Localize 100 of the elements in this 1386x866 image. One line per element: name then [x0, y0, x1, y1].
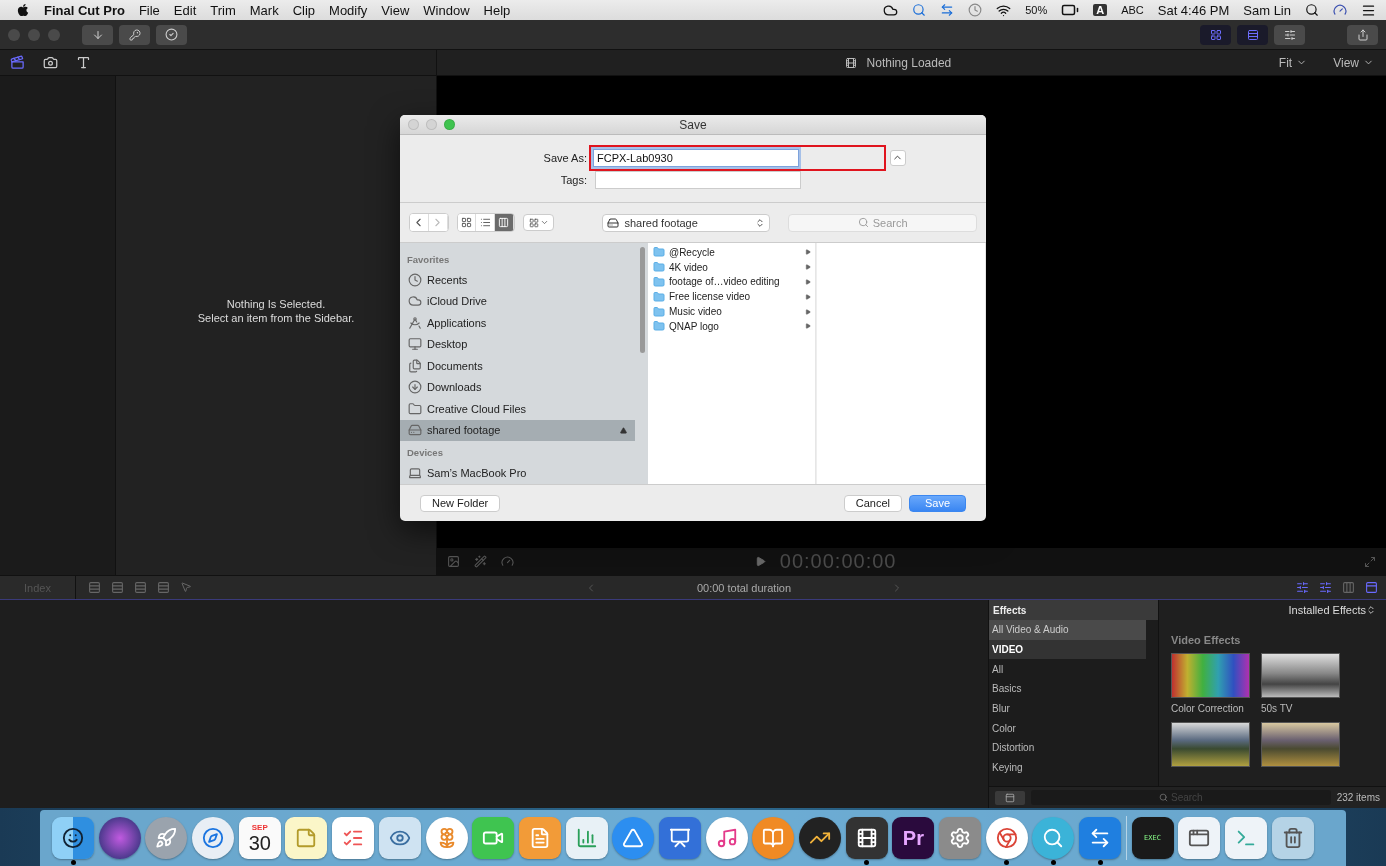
- trash-icon[interactable]: [1271, 817, 1314, 859]
- preview-icon[interactable]: [378, 817, 421, 859]
- photo-placeholder[interactable]: [1171, 722, 1250, 767]
- magnifier-icon[interactable]: [912, 3, 927, 17]
- category-item[interactable]: Keying: [989, 757, 1146, 778]
- scrollbar-thumb[interactable]: [640, 247, 645, 353]
- clock[interactable]: Sat 4:46 PM: [1157, 2, 1230, 18]
- search-icon[interactable]: [1305, 3, 1319, 17]
- analyze-button[interactable]: [156, 24, 187, 45]
- icon-view-button[interactable]: [457, 214, 477, 231]
- effects-source-menu[interactable]: Installed Effects: [1288, 604, 1366, 616]
- menu-item[interactable]: Clip: [292, 2, 316, 18]
- sliders-button[interactable]: [1274, 24, 1305, 45]
- music-note-icon[interactable]: [705, 817, 748, 859]
- wifi-icon[interactable]: [996, 2, 1012, 18]
- layout-button[interactable]: [995, 790, 1025, 805]
- menu-item[interactable]: Help: [483, 2, 511, 18]
- clapperboard-icon[interactable]: [845, 817, 888, 859]
- column-view-button[interactable]: [495, 214, 514, 231]
- menu-item[interactable]: Modify: [329, 2, 368, 18]
- user-name[interactable]: Sam Lin: [1243, 2, 1291, 18]
- gear-icon[interactable]: [939, 817, 982, 859]
- folder-row[interactable]: Free license video: [648, 289, 815, 305]
- window-thumbnail-icon[interactable]: [1224, 817, 1267, 859]
- folder-row[interactable]: QNAP logo: [648, 319, 815, 334]
- wand-icon[interactable]: [474, 555, 487, 568]
- eject-icon[interactable]: [620, 426, 627, 434]
- menu-item[interactable]: Edit: [173, 2, 197, 18]
- browser-toggle-icon[interactable]: [1365, 581, 1378, 594]
- overwrite-clip-icon[interactable]: [157, 581, 170, 594]
- zoom-menu[interactable]: Fit: [1278, 55, 1293, 70]
- premiere-icon[interactable]: Pr: [892, 817, 935, 859]
- new-folder-button[interactable]: New Folder: [420, 494, 501, 512]
- photo-placeholder[interactable]: [1261, 653, 1340, 698]
- title-icon[interactable]: [76, 55, 91, 70]
- skimming-icon[interactable]: [1319, 581, 1332, 594]
- import-button[interactable]: [82, 24, 113, 45]
- input-source-badge[interactable]: A: [1093, 4, 1108, 16]
- chrome-icon[interactable]: [985, 817, 1028, 859]
- share-button[interactable]: [1347, 24, 1378, 45]
- folder-row[interactable]: @Recycle: [648, 245, 815, 260]
- connect-clip-icon[interactable]: [88, 581, 101, 594]
- category-item[interactable]: Basics: [989, 679, 1146, 699]
- sidebar-item[interactable]: Downloads: [400, 376, 635, 398]
- siri-icon[interactable]: [1333, 3, 1347, 17]
- app-menu[interactable]: Final Cut Pro: [44, 2, 125, 18]
- bar-chart-icon[interactable]: [565, 817, 608, 859]
- filmstrip-layout-button[interactable]: [1237, 24, 1268, 45]
- photo-placeholder[interactable]: [1261, 722, 1340, 767]
- menu-icon[interactable]: [1361, 2, 1376, 18]
- file-name-field[interactable]: FCPX-Lab0930: [593, 148, 799, 167]
- grid-layout-button[interactable]: [1200, 24, 1231, 45]
- video-camera-icon[interactable]: [472, 817, 515, 859]
- group-button[interactable]: [522, 214, 555, 231]
- magnifier-icon[interactable]: [1032, 817, 1075, 859]
- category-item[interactable]: Blur: [989, 698, 1146, 719]
- sidebar-item[interactable]: Creative Cloud Files: [400, 398, 635, 420]
- fullscreen-icon[interactable]: [1364, 555, 1376, 568]
- menu-item[interactable]: Mark: [249, 2, 279, 18]
- sidebar-item[interactable]: shared footage: [400, 419, 635, 441]
- sidebar-item[interactable]: Sam’s MacBook Pro: [400, 462, 635, 484]
- line-chart-icon[interactable]: [799, 817, 841, 859]
- apple-logo-icon[interactable]: [16, 3, 30, 17]
- finder-icon[interactable]: [52, 817, 94, 859]
- pointer-icon[interactable]: [180, 581, 192, 593]
- audio-skimming-icon[interactable]: [1296, 581, 1309, 594]
- window-thumbnail-icon[interactable]: [1178, 817, 1221, 859]
- sidebar-item[interactable]: Recents: [400, 269, 635, 291]
- calendar-icon[interactable]: SEP 30: [238, 817, 281, 859]
- two-way-arrow-icon[interactable]: [940, 3, 955, 17]
- flower-icon[interactable]: [425, 817, 468, 859]
- presentation-icon[interactable]: [658, 817, 701, 859]
- notes-icon[interactable]: [285, 817, 328, 859]
- play-icon[interactable]: [754, 556, 766, 567]
- app-store-icon[interactable]: [612, 817, 655, 859]
- category-item[interactable]: Distortion: [989, 738, 1146, 758]
- compass-icon[interactable]: [192, 817, 235, 859]
- view-menu[interactable]: View: [1333, 55, 1359, 70]
- rocket-icon[interactable]: [145, 817, 188, 859]
- menu-item[interactable]: Trim: [210, 2, 236, 18]
- menu-item[interactable]: File: [138, 2, 160, 18]
- insert-clip-icon[interactable]: [111, 581, 124, 594]
- gauge-icon[interactable]: [501, 555, 514, 568]
- menu-item[interactable]: Window: [423, 2, 470, 18]
- zoom-button[interactable]: [444, 119, 455, 130]
- category-item[interactable]: All: [989, 659, 1146, 680]
- folder-row[interactable]: Music video: [648, 304, 815, 319]
- location-popup[interactable]: shared footage: [602, 213, 771, 232]
- color-spectrum-thumbnail[interactable]: [1171, 653, 1250, 698]
- sidebar-item[interactable]: Desktop: [400, 333, 635, 355]
- document-icon[interactable]: [518, 817, 561, 859]
- camera-icon[interactable]: [43, 55, 58, 70]
- image-icon[interactable]: [447, 555, 460, 568]
- menu-item[interactable]: View: [381, 2, 410, 18]
- cloud-icon[interactable]: [883, 2, 899, 18]
- back-button[interactable]: [410, 214, 429, 231]
- up-down-chevron-icon[interactable]: [1366, 605, 1376, 615]
- append-clip-icon[interactable]: [134, 581, 147, 594]
- sidebar-item[interactable]: iCloud Drive: [400, 290, 635, 312]
- collapse-button[interactable]: [889, 149, 906, 166]
